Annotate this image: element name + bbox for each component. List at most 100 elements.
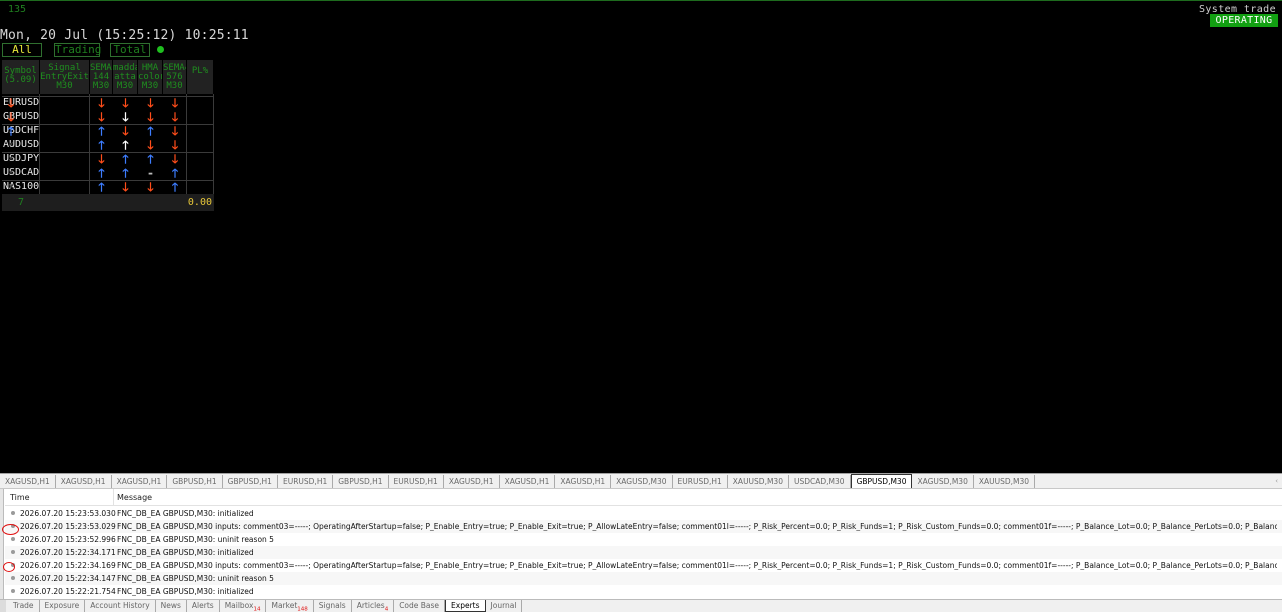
- tab-label: Account History: [90, 601, 150, 610]
- annotation-circle-2: [3, 562, 15, 572]
- tab-label: Experts: [451, 601, 480, 610]
- chart-tab[interactable]: XAUUSD,M30: [974, 475, 1036, 488]
- chart-tab[interactable]: XAGUSD,H1: [56, 475, 112, 488]
- log-message: FNC_DB_EA GBPUSD,M30: initialized: [117, 586, 254, 596]
- grid-header-3: madda atta M30: [113, 60, 138, 94]
- arrow-down-icon: 🡓: [171, 138, 179, 152]
- arrow-up-icon: 🡑: [98, 124, 105, 138]
- grid-header-text: PL%: [191, 66, 209, 76]
- arrow-up-icon: 🡑: [122, 152, 129, 166]
- tab-articles[interactable]: Articles4: [352, 600, 395, 612]
- grid-header-4: HMA color M30: [138, 60, 163, 94]
- arrow-up-icon: 🡑: [171, 180, 179, 194]
- chart-tab[interactable]: USDCAD,M30: [789, 475, 851, 488]
- log-message: FNC_DB_EA GBPUSD,M30: initialized: [117, 508, 254, 518]
- chart-tab[interactable]: XAGUSD,H1: [500, 475, 556, 488]
- info-icon: [11, 576, 15, 580]
- tab-mailbox[interactable]: Mailbox14: [220, 600, 267, 612]
- grid-row-divider: [2, 124, 214, 125]
- log-row[interactable]: 2026.07.20 15:23:52.996 FNC_DB_EA GBPUSD,…: [5, 533, 1282, 546]
- info-icon: [11, 589, 15, 593]
- tab-code-base[interactable]: Code Base: [394, 600, 446, 612]
- chart-tab[interactable]: XAUUSD,M30: [728, 475, 789, 488]
- log-row[interactable]: 2026.07.20 15:23:53.029 FNC_DB_EA GBPUSD,…: [5, 520, 1282, 533]
- tab-exposure[interactable]: Exposure: [40, 600, 86, 612]
- grid-row-divider: [2, 180, 214, 181]
- footer-count: 7: [2, 194, 40, 211]
- arrow-up-icon: 🡑: [147, 124, 154, 138]
- tab-badge: 14: [253, 606, 261, 612]
- grid-header-0: Symbol (5.09): [2, 60, 40, 94]
- tab-journal[interactable]: Journal: [486, 600, 523, 612]
- chart-tab[interactable]: EURUSD,H1: [278, 475, 334, 488]
- column-message[interactable]: Message: [117, 493, 152, 502]
- chart-tab[interactable]: GBPUSD,M30: [850, 474, 913, 488]
- tab-market[interactable]: Market148: [266, 600, 314, 612]
- toolbox-side-strip[interactable]: [0, 489, 4, 612]
- log-row[interactable]: 2026.07.20 15:22:21.754 FNC_DB_EA GBPUSD,…: [5, 585, 1282, 598]
- mode-trading-button[interactable]: Trading: [54, 43, 101, 57]
- chart-number: 135: [8, 4, 27, 15]
- tab-alerts[interactable]: Alerts: [187, 600, 220, 612]
- system-status-badge[interactable]: OPERATING: [1210, 14, 1278, 27]
- log-header: Time Message: [5, 489, 1282, 506]
- tab-label: Alerts: [191, 601, 214, 610]
- tab-experts[interactable]: Experts: [445, 600, 486, 612]
- mode-all-button[interactable]: All: [2, 43, 42, 57]
- footer-signal: [40, 194, 90, 211]
- no-signal-icon: ×: [8, 154, 14, 164]
- tab-signals[interactable]: Signals: [314, 600, 352, 612]
- grid-header-6: PL%: [187, 60, 214, 94]
- tab-badge: 4: [384, 606, 389, 612]
- mode-total-button[interactable]: Total: [110, 43, 150, 57]
- log-message: FNC_DB_EA GBPUSD,M30 inputs: comment03=-…: [117, 521, 1277, 531]
- arrow-down-icon: 🡓: [171, 110, 179, 124]
- log-time: 2026.07.20 15:23:53.029: [20, 521, 116, 531]
- footer-pl: 0.00: [187, 194, 214, 211]
- grid-header-2: SEMA4144M30: [90, 60, 113, 94]
- chart-tab[interactable]: XAGUSD,H1: [0, 475, 56, 488]
- chart-tabs-bar: XAGUSD,H1 XAGUSD,H1 XAGUSD,H1 GBPUSD,H1 GBPU…: [0, 473, 1282, 489]
- log-row[interactable]: 2026.07.20 15:22:34.171 FNC_DB_EA GBPUSD,…: [5, 546, 1282, 559]
- log-time: 2026.07.20 15:23:52.996: [20, 534, 116, 544]
- arrow-down-icon: 🡓: [98, 110, 105, 124]
- arrow-down-icon: 🡓: [147, 180, 154, 194]
- datetime-display: Mon, 20 Jul (15:25:12) 10:25:11: [0, 28, 249, 43]
- log-time: 2026.07.20 15:22:34.147: [20, 573, 116, 583]
- arrow-down-icon: 🡓: [98, 96, 105, 110]
- log-time: 2026.07.20 15:23:53.030: [20, 508, 116, 518]
- chart-tab[interactable]: XAGUSD,M30: [611, 475, 673, 488]
- arrow-up-icon: 🡑: [147, 152, 154, 166]
- tab-label: Trade: [13, 601, 34, 610]
- arrow-up-icon: 🡑: [122, 166, 129, 180]
- chart-tab[interactable]: XAGUSD,H1: [112, 475, 168, 488]
- arrow-down-icon: 🡓: [147, 110, 154, 124]
- chart-tab[interactable]: EURUSD,H1: [673, 475, 728, 488]
- log-time: 2026.07.20 15:22:34.169: [20, 560, 116, 570]
- chart-tab[interactable]: EURUSD,H1: [389, 475, 444, 488]
- chart-tab[interactable]: XAGUSD,H1: [444, 475, 500, 488]
- dash-icon: -: [146, 166, 155, 180]
- chart-window[interactable]: 135 Mon, 20 Jul (15:25:12) 10:25:11 All …: [0, 0, 1282, 473]
- tab-trade[interactable]: Trade: [8, 600, 40, 612]
- log-row[interactable]: 2026.07.20 15:22:34.169 FNC_DB_EA GBPUSD,…: [5, 559, 1282, 572]
- chart-tab[interactable]: GBPUSD,H1: [333, 475, 389, 488]
- log-row[interactable]: 2026.07.20 15:22:34.147 FNC_DB_EA GBPUSD,…: [5, 572, 1282, 585]
- tab-news[interactable]: News: [156, 600, 187, 612]
- arrow-up-icon: 🡑: [171, 166, 179, 180]
- tab-account-history[interactable]: Account History: [85, 600, 156, 612]
- arrow-down-icon: 🡓: [98, 152, 105, 166]
- chart-tab[interactable]: XAGUSD,H1: [555, 475, 612, 488]
- toolbox-grip[interactable]: [0, 600, 6, 612]
- arrow-down-icon: 🡓: [171, 152, 179, 166]
- column-time[interactable]: Time: [10, 493, 30, 502]
- chart-tab[interactable]: GBPUSD,H1: [167, 475, 223, 488]
- scroll-right-icon[interactable]: ‹: [1275, 474, 1278, 488]
- column-divider[interactable]: [113, 489, 114, 506]
- chart-tab[interactable]: XAGUSD,M30: [912, 475, 974, 488]
- tab-label: Market: [271, 601, 298, 610]
- log-row[interactable]: 2026.07.20 15:23:53.030 FNC_DB_EA GBPUSD,…: [5, 507, 1282, 520]
- chart-tab[interactable]: GBPUSD,H1: [223, 475, 278, 488]
- footer-columns: [90, 194, 187, 211]
- arrow-down-icon: 🡓: [171, 96, 179, 110]
